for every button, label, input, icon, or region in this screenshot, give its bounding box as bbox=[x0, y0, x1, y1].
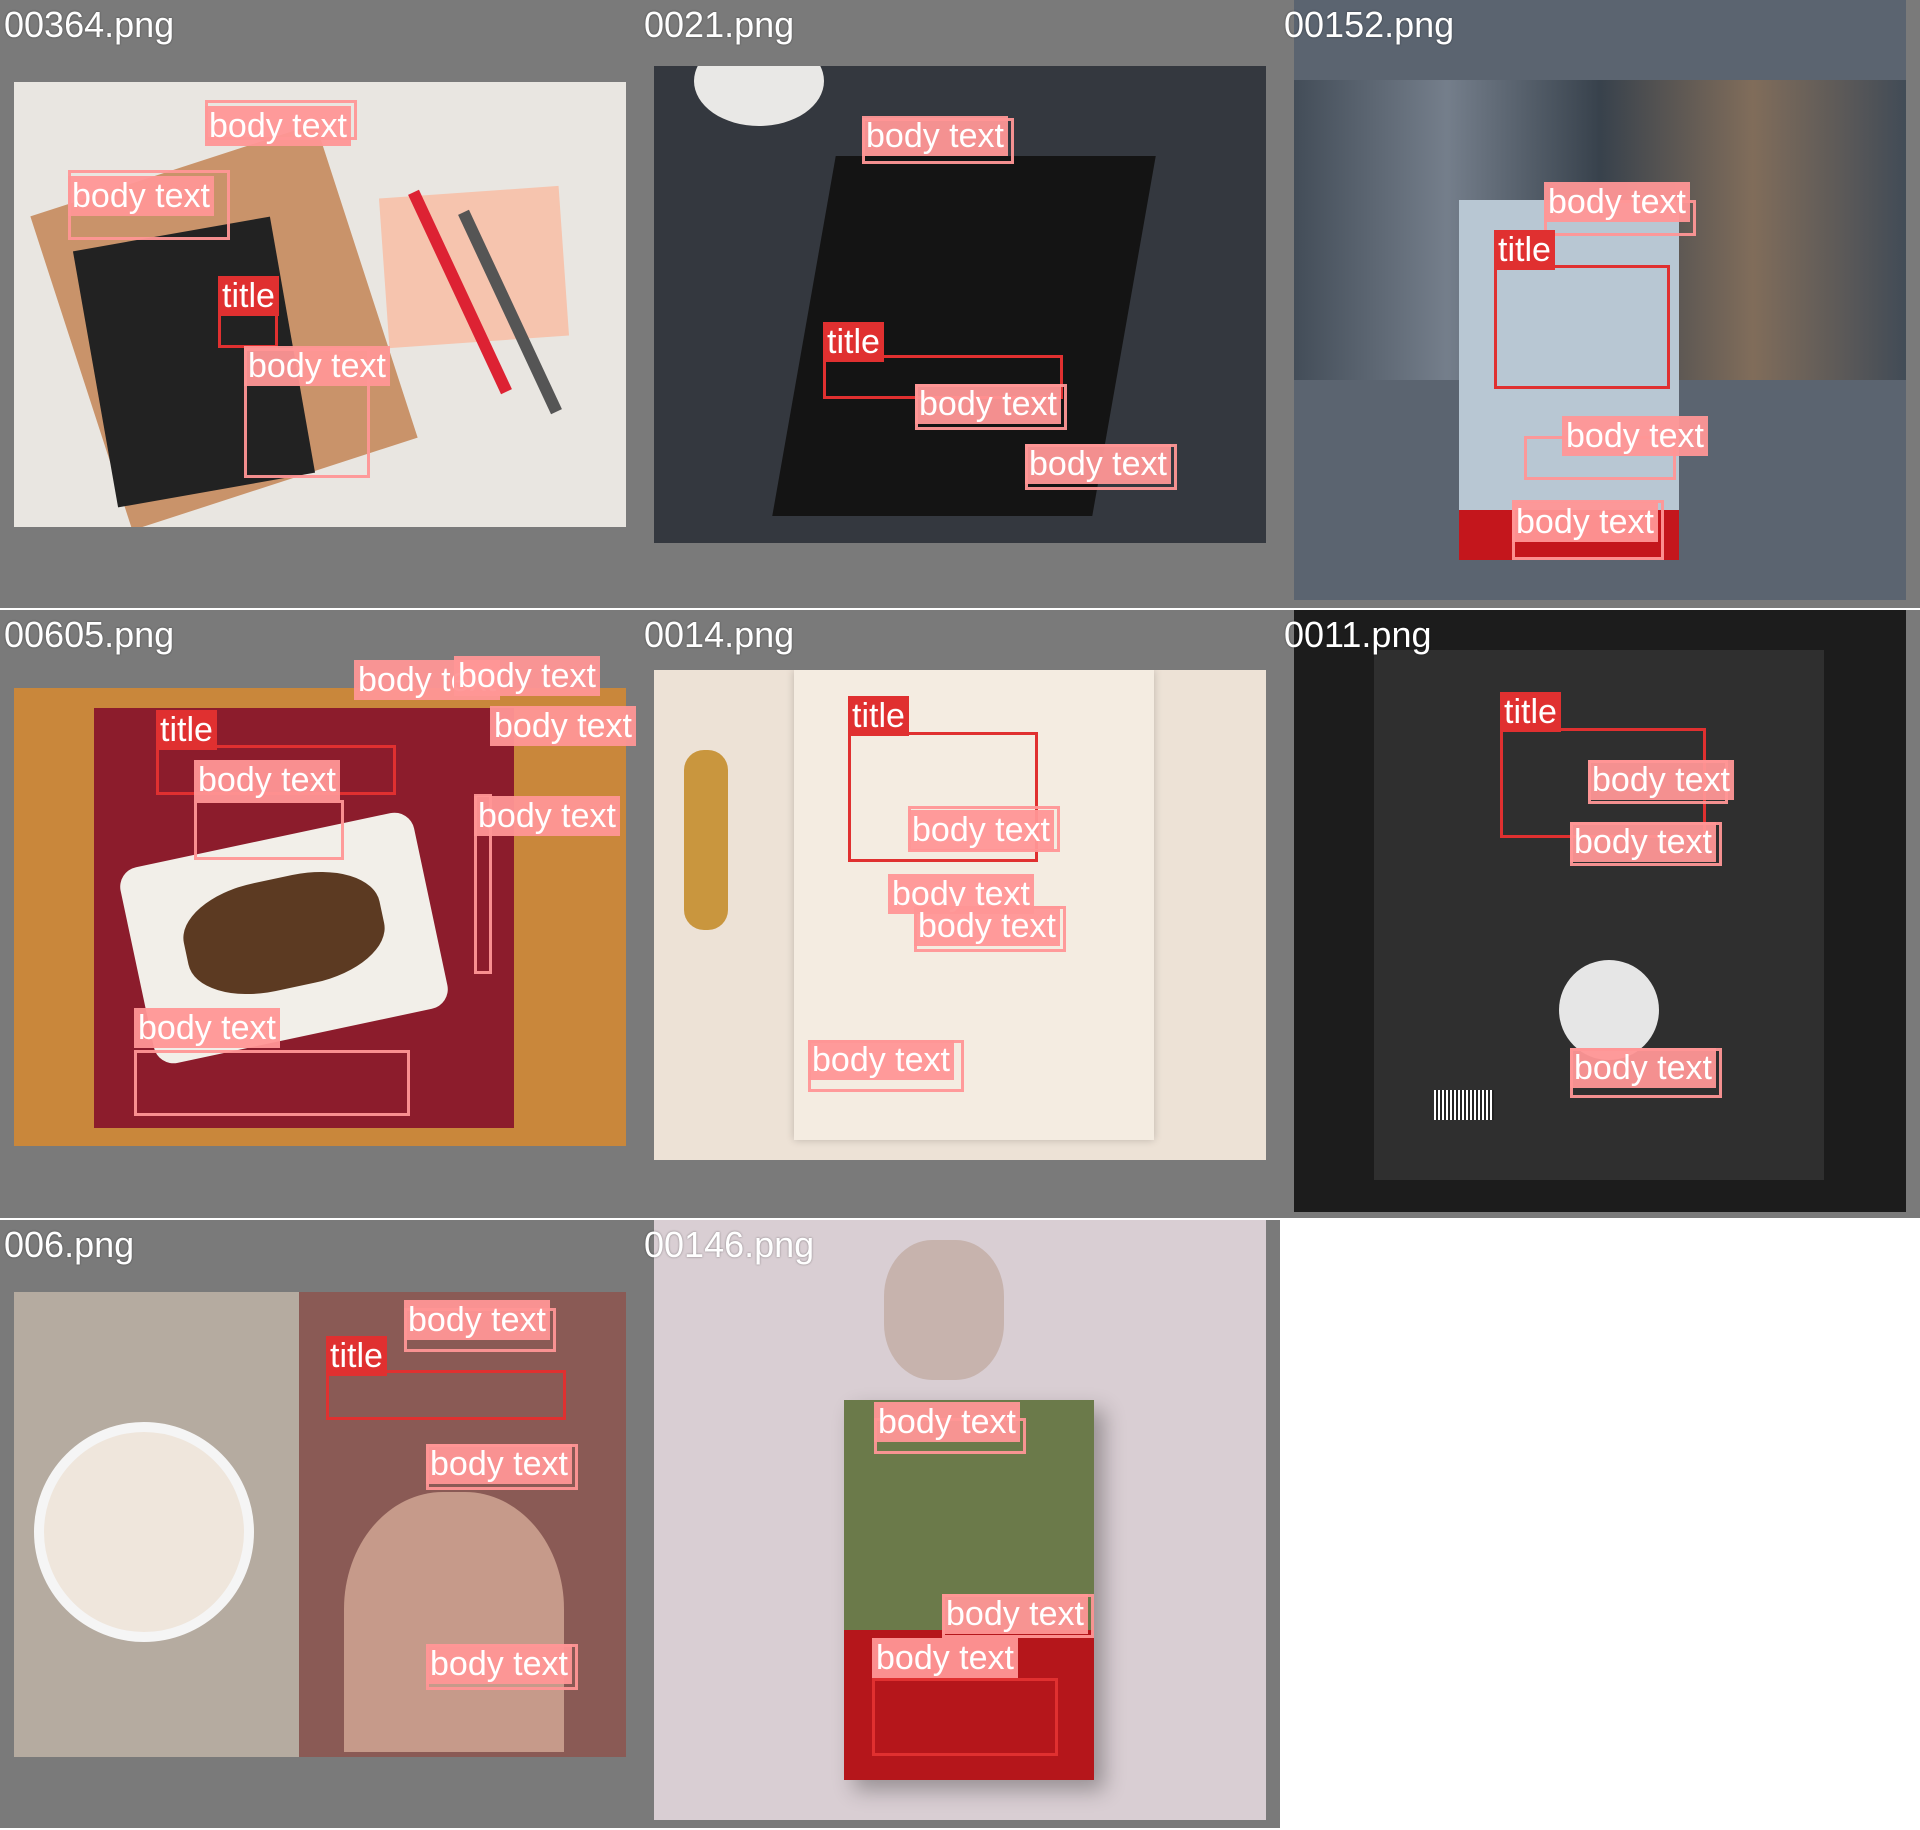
detection-label: body text bbox=[1570, 1048, 1716, 1088]
detection-label: body text bbox=[404, 1300, 550, 1340]
filename-label: 0011.png bbox=[1284, 614, 1432, 655]
detection-label: body text bbox=[68, 176, 214, 216]
detection-label: body text bbox=[808, 1040, 954, 1080]
detection-label: body text bbox=[244, 346, 390, 386]
filename-label: 00152.png bbox=[1284, 4, 1455, 45]
image-tile-0011[interactable]: 0011.png title body text body text body … bbox=[1280, 610, 1920, 1218]
detection-box bbox=[326, 1370, 566, 1420]
image-tile-006[interactable]: 006.png body text title body text body t… bbox=[0, 1220, 640, 1828]
filename-label: 0021.png bbox=[644, 4, 795, 45]
detection-label: body text bbox=[454, 656, 600, 696]
detection-label: body text bbox=[194, 760, 340, 800]
detection-label: body text bbox=[426, 1644, 572, 1684]
detection-label: body text bbox=[872, 1638, 1018, 1678]
filename-label: 0014.png bbox=[644, 614, 795, 655]
detection-box bbox=[194, 800, 344, 860]
detection-box bbox=[1494, 265, 1670, 389]
detection-box bbox=[134, 1050, 410, 1116]
image-tile-00152[interactable]: 00152.png body text title body text body… bbox=[1280, 0, 1920, 608]
barcode bbox=[1434, 1090, 1494, 1120]
detection-label: body text bbox=[1562, 416, 1708, 456]
detection-label: body text bbox=[1570, 822, 1716, 862]
detection-label: body text bbox=[914, 906, 1060, 946]
detection-box bbox=[872, 1678, 1058, 1756]
globe-icon bbox=[1559, 960, 1659, 1060]
detection-label: body text bbox=[874, 1402, 1020, 1442]
detection-label: body text bbox=[1544, 182, 1690, 222]
image-tile-0014[interactable]: 0014.png title body text body text body … bbox=[640, 610, 1280, 1218]
detection-label: body text bbox=[1512, 502, 1658, 542]
detection-label: title bbox=[218, 276, 279, 316]
detection-label: title bbox=[848, 696, 909, 736]
photo bbox=[1294, 610, 1906, 1212]
detection-label: body text bbox=[205, 106, 351, 146]
filename-label: 00146.png bbox=[644, 1224, 815, 1265]
detection-label: body text bbox=[942, 1594, 1088, 1634]
watch bbox=[684, 750, 728, 930]
image-tile-00364[interactable]: 00364.png body text body text title body… bbox=[0, 0, 640, 608]
detection-label: body text bbox=[1025, 444, 1171, 484]
detection-label: body text bbox=[426, 1444, 572, 1484]
detection-label: title bbox=[156, 710, 217, 750]
detection-label: title bbox=[326, 1336, 387, 1376]
detection-label: body text bbox=[1588, 760, 1734, 800]
coffee-cup bbox=[694, 66, 824, 126]
image-tile-0021[interactable]: 0021.png body text title body text body … bbox=[640, 0, 1280, 608]
coffee-cup bbox=[34, 1422, 254, 1642]
image-tile-00146[interactable]: 00146.png body text body text body text bbox=[640, 1220, 1280, 1828]
detection-label: body text bbox=[915, 384, 1061, 424]
filename-label: 006.png bbox=[4, 1224, 135, 1265]
detection-label: title bbox=[823, 322, 884, 362]
filename-label: 00364.png bbox=[4, 4, 175, 45]
detection-label: title bbox=[1500, 692, 1561, 732]
detection-label: body text bbox=[490, 706, 636, 746]
detection-label: title bbox=[1494, 230, 1555, 270]
detection-label: body text bbox=[474, 796, 620, 836]
detection-label: body text bbox=[134, 1008, 280, 1048]
detection-label: body text bbox=[908, 810, 1054, 850]
portrait bbox=[344, 1492, 564, 1752]
filename-label: 00605.png bbox=[4, 614, 175, 655]
coffee-glass bbox=[884, 1240, 1004, 1380]
detection-label: body text bbox=[862, 116, 1008, 156]
image-tile-00605[interactable]: 00605.png body text body text body text … bbox=[0, 610, 640, 1218]
